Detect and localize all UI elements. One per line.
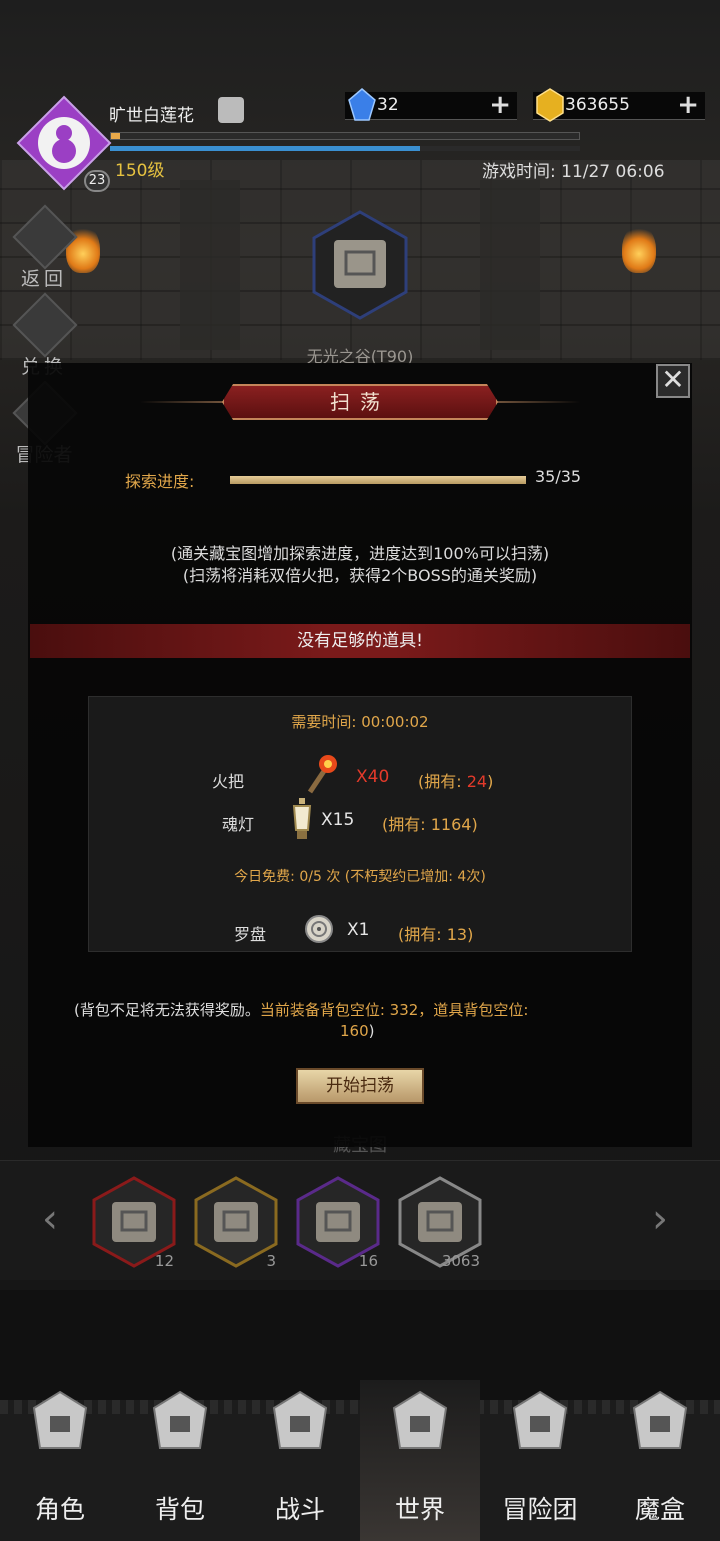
nav-item[interactable]: 战斗: [240, 1380, 360, 1541]
map-card-count: 12: [154, 1252, 174, 1270]
free-today: 今日免费: 0/5 次 (不朽契约已增加: 4次): [234, 869, 486, 885]
back-label: 返回: [20, 268, 67, 290]
edit-name-icon[interactable]: [218, 97, 244, 123]
progress-bar: [230, 476, 526, 484]
desc-line-2: (扫荡将消耗双倍火把，获得2个BOSS的通关奖励): [182, 566, 538, 585]
nav-item[interactable]: 背包: [120, 1380, 240, 1541]
soul-lamp-icon: [292, 798, 312, 839]
item-compass-qty: X1: [347, 920, 370, 940]
start-sweep-button[interactable]: 开始扫荡: [296, 1068, 424, 1104]
bag-note-line-1: (背包不足将无法获得奖励。当前装备背包空位: 332，道具背包空位:: [74, 999, 528, 1020]
next-arrow-icon[interactable]: ›: [652, 1196, 668, 1242]
warning-banner: 没有足够的道具!: [30, 624, 690, 658]
treasure-map-card[interactable]: 16: [296, 1176, 380, 1270]
item-compass-name: 罗盘: [234, 925, 267, 944]
bag-note-slots: 当前装备背包空位: 332，道具背包空位:: [259, 1001, 529, 1019]
item-torch-qty: X40: [356, 767, 390, 787]
magic-cube-icon: [632, 1390, 688, 1449]
item-lamp-name: 魂灯: [222, 815, 255, 834]
prev-arrow-icon[interactable]: ‹: [42, 1196, 58, 1242]
item-torch-own-suffix: ): [487, 772, 494, 791]
treasure-map-card[interactable]: 12: [92, 1176, 176, 1270]
wall-torch-right-icon: [622, 225, 656, 273]
backpack-icon: [152, 1390, 208, 1449]
treasure-map-card[interactable]: 3: [194, 1176, 278, 1270]
title-rule-right: [490, 401, 580, 403]
gold-count: 363655: [565, 95, 630, 115]
nav-item[interactable]: 魔盒: [600, 1380, 720, 1541]
item-torch-name: 火把: [212, 772, 245, 791]
game-time: 游戏时间: 11/27 06:06: [482, 162, 665, 182]
back-button[interactable]: 返回: [8, 204, 80, 290]
gem-count: 32: [377, 95, 399, 115]
pillar-left: [180, 180, 240, 350]
torch-icon: [307, 755, 337, 794]
current-map-icon[interactable]: [310, 210, 410, 320]
exchange-icon: [12, 292, 78, 358]
nav-item[interactable]: 角色: [0, 1380, 120, 1541]
desc-line-1: (通关藏宝图增加探索进度，进度达到100%可以扫荡): [170, 544, 550, 563]
item-lamp-own: (拥有: 1164): [382, 815, 478, 834]
nav-label: 世界: [394, 1495, 445, 1524]
exp-bar: [110, 132, 580, 140]
item-torch-own: (拥有: 24): [418, 768, 493, 792]
mp-bar-fill: [110, 146, 421, 151]
map-card-count: 3063: [441, 1252, 480, 1270]
treasure-map-card[interactable]: 3063: [398, 1176, 482, 1270]
avatar-level-badge: 23: [84, 170, 110, 192]
nav-item[interactable]: 冒险团: [480, 1380, 600, 1541]
need-time: 需要时间: 00:00:02: [291, 713, 429, 731]
pillar-right: [480, 180, 540, 350]
progress-label: 探索进度:: [125, 472, 195, 491]
item-lamp-qty: X15: [321, 810, 355, 830]
bag-note-line-2: 160): [340, 1022, 375, 1040]
bag-note-suffix: ): [368, 1022, 375, 1040]
dialog-title: 扫荡: [222, 384, 498, 420]
nav-label: 角色: [34, 1495, 85, 1524]
castle-icon: [512, 1390, 568, 1449]
bag-note-prefix: (背包不足将无法获得奖励。: [74, 1001, 260, 1019]
swords-icon: [272, 1390, 328, 1449]
helmet-icon: [32, 1390, 88, 1449]
exchange-button[interactable]: 兑换: [8, 292, 80, 378]
add-gold-button[interactable]: +: [677, 92, 699, 118]
add-gems-button[interactable]: +: [489, 92, 511, 118]
item-compass-own: (拥有: 13): [398, 925, 474, 944]
mp-bar: [110, 146, 580, 151]
bag-note-item-slots: 160: [340, 1022, 369, 1040]
cost-panel: [88, 696, 632, 952]
map-card-count: 3: [266, 1252, 276, 1270]
nav-label: 魔盒: [634, 1495, 685, 1524]
progress-bar-fill: [230, 476, 526, 484]
world-map-icon: [392, 1390, 448, 1449]
player-level: 150级: [115, 161, 165, 181]
gold-counter: 363655 +: [533, 88, 705, 122]
player-name: 旷世白莲花: [109, 106, 194, 126]
close-icon: ✕: [661, 363, 685, 396]
nav-label: 背包: [154, 1495, 205, 1524]
nav-item[interactable]: 世界: [360, 1380, 480, 1541]
close-button[interactable]: ✕: [656, 364, 690, 398]
blue-gem-icon: [348, 88, 376, 121]
exp-bar-fill: [111, 133, 121, 139]
gem-counter: 32 +: [345, 88, 517, 121]
nav-label: 战斗: [274, 1495, 325, 1524]
back-icon: [12, 204, 78, 270]
gold-gem-icon: [536, 88, 564, 122]
item-torch-own-prefix: (拥有:: [418, 772, 467, 791]
title-rule-left: [140, 401, 230, 403]
map-card-count: 16: [358, 1252, 378, 1270]
nav-label: 冒险团: [502, 1495, 578, 1524]
progress-text: 35/35: [535, 467, 582, 486]
compass-icon: [305, 915, 333, 943]
treasure-map-icon: [194, 1176, 278, 1268]
item-torch-own-value: 24: [466, 772, 488, 791]
